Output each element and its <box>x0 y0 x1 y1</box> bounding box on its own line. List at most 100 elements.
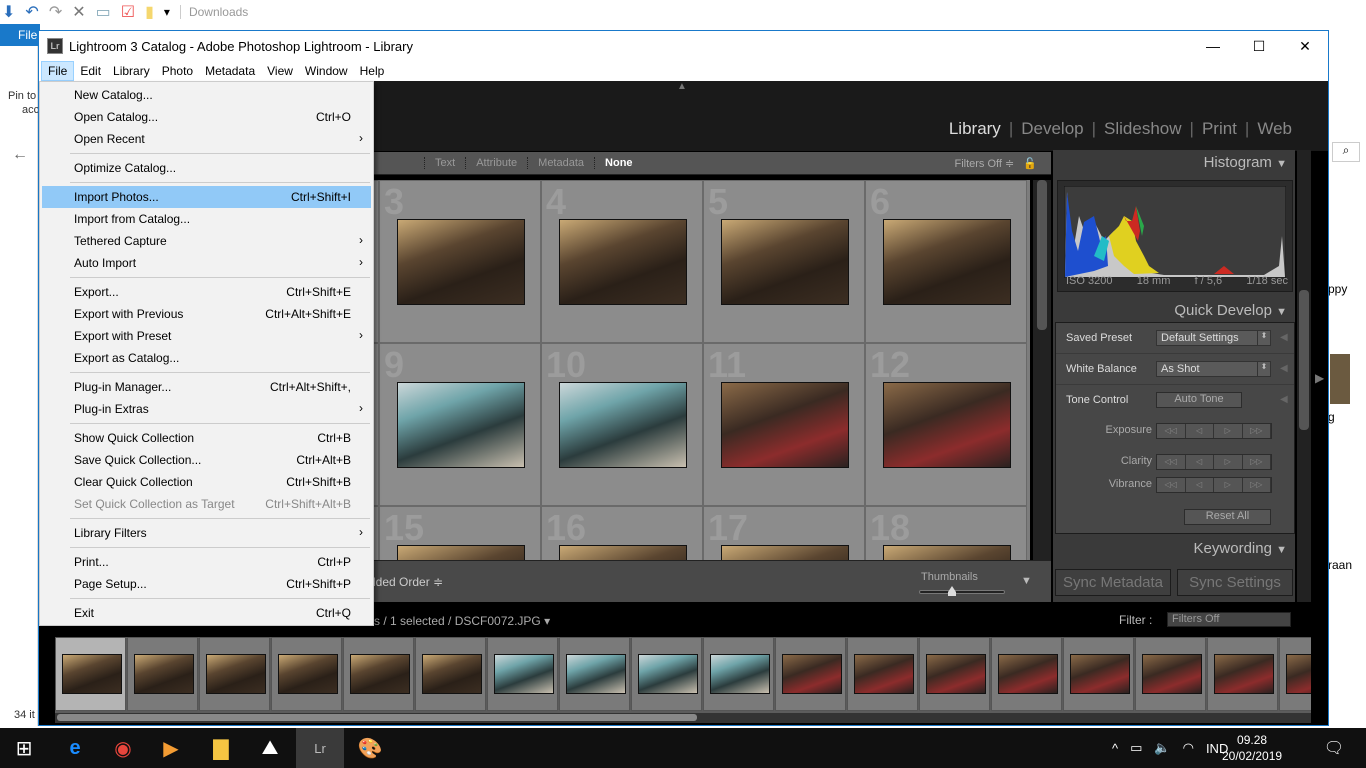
photo-thumbnail[interactable] <box>559 545 687 560</box>
grid-scroll-thumb[interactable] <box>1037 180 1047 330</box>
undo-icon[interactable]: ↶ <box>25 2 38 22</box>
menu-item-print[interactable]: Print... Ctrl+P <box>42 551 371 573</box>
expand-icon[interactable]: ◀ <box>1280 363 1288 374</box>
decrease-large[interactable]: ◁◁ <box>1157 478 1186 492</box>
filmstrip-thumb[interactable] <box>775 637 846 711</box>
menu-item-save-quick-collection[interactable]: Save Quick Collection... Ctrl+Alt+B <box>42 449 371 471</box>
menu-library[interactable]: Library <box>107 62 156 80</box>
module-web[interactable]: Web <box>1257 119 1292 139</box>
toolbar-menu-icon[interactable]: ▼ <box>1021 575 1032 587</box>
explorer-file-tab[interactable]: File <box>0 24 40 46</box>
photo-thumbnail[interactable] <box>721 382 849 468</box>
filmstrip-thumb[interactable] <box>415 637 486 711</box>
lock-icon[interactable]: 🔓 <box>1023 158 1037 170</box>
decrease[interactable]: ◁ <box>1185 455 1214 469</box>
menu-file[interactable]: File <box>41 61 75 81</box>
grid-cell[interactable]: 16 <box>541 506 703 560</box>
filmstrip-thumb[interactable] <box>703 637 774 711</box>
decrease-large[interactable]: ◁◁ <box>1157 455 1186 469</box>
filmstrip-thumb[interactable] <box>559 637 630 711</box>
close-button[interactable]: ✕ <box>1282 31 1328 61</box>
battery-icon[interactable]: ▭ <box>1130 740 1142 756</box>
filmstrip-scroll-thumb[interactable] <box>57 714 697 721</box>
collapse-top-icon[interactable]: ▲ <box>677 81 687 92</box>
right-panel-scrollbar[interactable] <box>1297 150 1311 602</box>
filter-attribute[interactable]: Attribute <box>465 157 527 169</box>
increase[interactable]: ▷ <box>1214 478 1243 492</box>
customize-dropdown-icon[interactable]: ▾ <box>164 5 170 19</box>
menu-help[interactable]: Help <box>354 62 391 80</box>
file-explorer-icon[interactable]: ▇ <box>197 728 245 768</box>
chrome-icon[interactable]: ◉ <box>99 728 147 768</box>
filmstrip-thumb[interactable] <box>127 637 198 711</box>
auto-tone-button[interactable]: Auto Tone <box>1156 392 1242 408</box>
grid-cell[interactable]: 11 <box>703 343 865 506</box>
histogram-header[interactable]: Histogram ▼ <box>1204 154 1287 171</box>
grid-cell[interactable]: 3 <box>379 180 541 343</box>
filmstrip-thumb[interactable] <box>1063 637 1134 711</box>
menu-item-open-catalog[interactable]: Open Catalog... Ctrl+O <box>42 106 371 128</box>
menu-metadata[interactable]: Metadata <box>199 62 261 80</box>
module-develop[interactable]: Develop <box>1021 119 1083 139</box>
decrease[interactable]: ◁ <box>1185 478 1214 492</box>
menu-item-export-as-catalog[interactable]: Export as Catalog... <box>42 347 371 369</box>
filmstrip-thumb[interactable] <box>487 637 558 711</box>
edge-icon[interactable]: e <box>51 728 99 768</box>
down-arrow-icon[interactable]: ⬇ <box>2 2 15 22</box>
grid-scrollbar[interactable] <box>1033 180 1051 560</box>
filters-preset-select[interactable]: Filters Off ≑ 🔓 <box>954 157 1037 170</box>
lightroom-taskbar-icon[interactable]: Lr <box>296 728 344 768</box>
rename-icon[interactable]: ▭ <box>96 2 111 22</box>
menu-photo[interactable]: Photo <box>156 62 199 80</box>
photo-thumbnail[interactable] <box>883 545 1011 560</box>
increase-large[interactable]: ▷▷ <box>1242 424 1271 438</box>
photo-thumbnail[interactable] <box>721 219 849 305</box>
sort-order-select[interactable]: dded Order ≑ <box>369 575 443 589</box>
grid-cell[interactable]: 4 <box>541 180 703 343</box>
minimize-button[interactable]: — <box>1190 31 1236 61</box>
menu-item-optimize-catalog[interactable]: Optimize Catalog... <box>42 157 371 179</box>
menu-item-open-recent[interactable]: Open Recent › <box>42 128 371 150</box>
menu-view[interactable]: View <box>261 62 299 80</box>
new-folder-icon[interactable]: ▮ <box>145 2 154 22</box>
clock[interactable]: 09.28 20/02/2019 <box>1222 732 1282 764</box>
increase[interactable]: ▷ <box>1214 455 1243 469</box>
menu-item-plug-in-manager[interactable]: Plug-in Manager... Ctrl+Alt+Shift+, <box>42 376 371 398</box>
sync-settings-button[interactable]: Sync Settings <box>1177 569 1293 596</box>
paint-icon[interactable]: 🎨 <box>346 728 394 768</box>
grid-cell[interactable]: 18 <box>865 506 1027 560</box>
volume-icon[interactable]: 🔈 <box>1154 740 1170 756</box>
filmstrip-thumb[interactable] <box>847 637 918 711</box>
grid-cell[interactable]: 12 <box>865 343 1027 506</box>
menu-item-export-with-previous[interactable]: Export with Previous Ctrl+Alt+Shift+E <box>42 303 371 325</box>
menu-item-plug-in-extras[interactable]: Plug-in Extras › <box>42 398 371 420</box>
filmstrip-thumb[interactable] <box>199 637 270 711</box>
menu-item-export[interactable]: Export... Ctrl+Shift+E <box>42 281 371 303</box>
menu-window[interactable]: Window <box>299 62 354 80</box>
grid-cell[interactable]: 15 <box>379 506 541 560</box>
photo-thumbnail[interactable] <box>559 219 687 305</box>
wifi-icon[interactable]: ◠ <box>1183 740 1194 756</box>
expand-icon[interactable]: ◀ <box>1280 332 1288 343</box>
decrease[interactable]: ◁ <box>1185 424 1214 438</box>
expand-icon[interactable]: ◀ <box>1280 394 1288 405</box>
exposure-stepper[interactable]: ◁◁ ◁ ▷ ▷▷ <box>1156 423 1272 439</box>
menu-item-exit[interactable]: Exit Ctrl+Q <box>42 602 371 624</box>
redo-icon[interactable]: ↷ <box>49 2 62 22</box>
photo-thumbnail[interactable] <box>721 545 849 560</box>
menu-item-page-setup[interactable]: Page Setup... Ctrl+Shift+P <box>42 573 371 595</box>
menu-item-import-photos[interactable]: Import Photos... Ctrl+Shift+I <box>42 186 371 208</box>
increase-large[interactable]: ▷▷ <box>1242 478 1271 492</box>
file-thumbnail[interactable] <box>1330 354 1350 404</box>
back-icon[interactable]: ← <box>12 146 28 164</box>
menu-edit[interactable]: Edit <box>74 62 107 80</box>
module-print[interactable]: Print <box>1202 119 1237 139</box>
increase-large[interactable]: ▷▷ <box>1242 455 1271 469</box>
increase[interactable]: ▷ <box>1214 424 1243 438</box>
quick-develop-header[interactable]: Quick Develop ▼ <box>1174 302 1287 319</box>
thumbnail-size-slider[interactable] <box>919 586 1005 596</box>
media-player-icon[interactable]: ▶ <box>147 728 195 768</box>
delete-icon[interactable]: ✕ <box>72 2 85 22</box>
filmstrip-thumb[interactable] <box>1207 637 1278 711</box>
show-hidden-icons[interactable]: ^ <box>1112 741 1118 756</box>
